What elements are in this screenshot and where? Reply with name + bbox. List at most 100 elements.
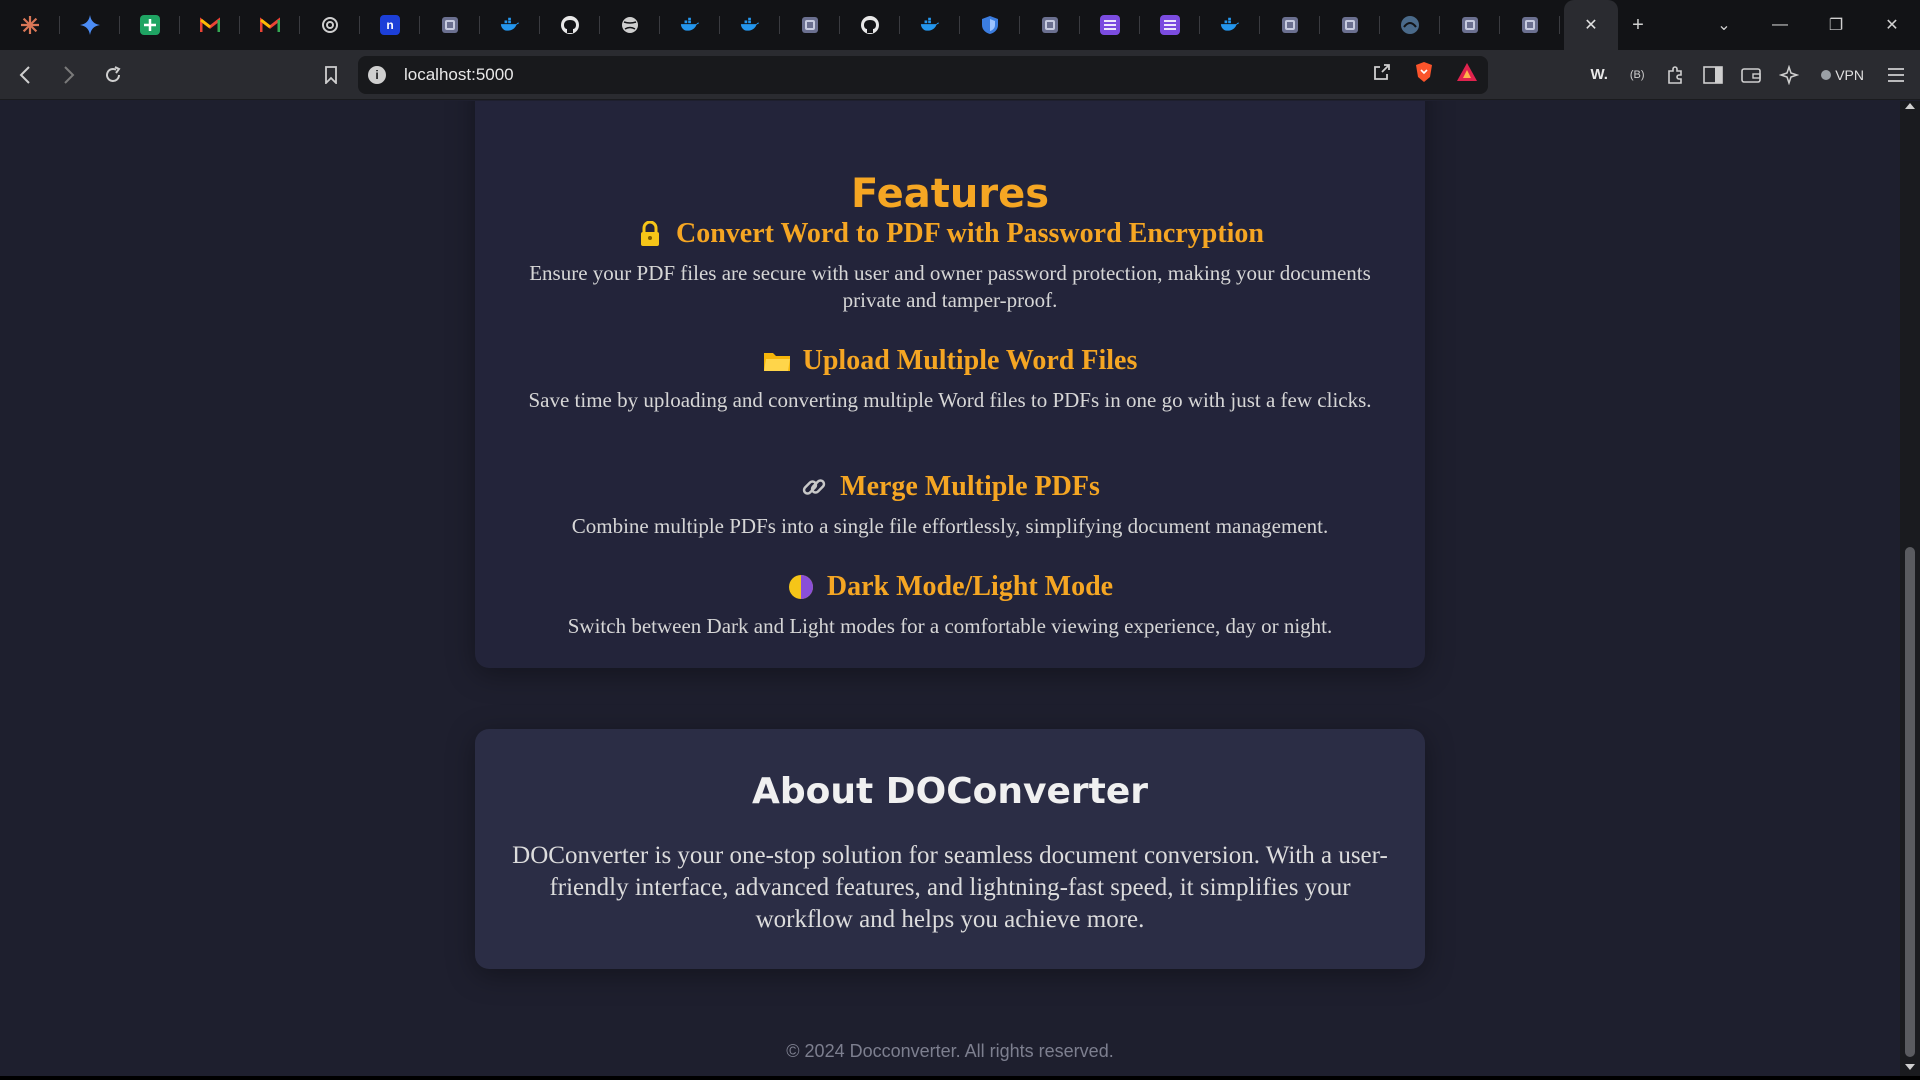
browser-tab[interactable] [540,0,600,50]
browser-tab[interactable] [1380,0,1440,50]
brave-shields-icon[interactable] [1414,61,1434,88]
minimize-button[interactable]: — [1752,0,1808,50]
browser-tab[interactable] [1320,0,1380,50]
list-icon [1160,15,1180,35]
lock-icon [636,220,664,248]
reload-button[interactable] [94,56,132,94]
feature-title: Merge Multiple PDFs [840,471,1100,502]
maximize-button[interactable]: ❐ [1808,0,1864,50]
brave-rewards-icon[interactable] [1456,62,1478,87]
gmail-icon [200,15,220,35]
browser-tab[interactable] [960,0,1020,50]
feature-merge-pdfs: Merge Multiple PDFs Combine multiple PDF… [475,471,1425,540]
browser-tab[interactable] [840,0,900,50]
leo-ai-icon[interactable] [1777,63,1801,87]
browser-tab[interactable] [1080,0,1140,50]
feature-description: Switch between Dark and Light modes for … [567,614,1333,638]
about-heading: About DOConverter [751,771,1149,812]
app-icon [1340,15,1360,35]
browser-tab[interactable] [600,0,660,50]
feature-title: Upload Multiple Word Files [802,345,1138,376]
browser-tab[interactable] [1020,0,1080,50]
sidebar-toggle-icon[interactable] [1701,63,1725,87]
browser-tab[interactable] [300,0,360,50]
github-icon [860,15,880,35]
bookmark-button[interactable] [312,56,350,94]
tab-actions: + [1618,0,1658,50]
feature-description: Ensure your PDF files are secure with us… [529,261,1371,312]
wallet-icon[interactable] [1739,63,1763,87]
feature-password-encryption: Convert Word to PDF with Password Encryp… [475,218,1425,314]
browser-tab[interactable] [120,0,180,50]
globe-icon [620,15,640,35]
feature-title: Dark Mode/Light Mode [826,571,1114,602]
tab-list: n [0,0,1560,50]
vpn-button[interactable]: VPN [1815,63,1870,87]
browser-tab[interactable] [420,0,480,50]
feature-dark-light-mode: Dark Mode/Light Mode Switch between Dark… [475,571,1425,640]
browser-tab[interactable]: n [360,0,420,50]
wordtune-extension-icon[interactable]: W. [1587,63,1611,87]
half-moon-icon [787,573,815,601]
footer-copyright: © 2024 Docconverter. All rights reserved… [786,1041,1114,1061]
browser-tab[interactable] [720,0,780,50]
edge-icon [1400,15,1420,35]
omnibox-icons [1372,61,1478,88]
address-bar[interactable]: i localhost:5000 [358,55,1488,94]
window-controls: ⌄ — ❐ ✕ [1696,0,1920,50]
window-bottom-edge [0,1076,1920,1080]
browser-tab[interactable] [180,0,240,50]
extensions-puzzle-icon[interactable] [1663,63,1687,87]
forward-button[interactable] [50,56,88,94]
rss-extension-icon[interactable]: (B) [1625,63,1649,87]
vpn-label: VPN [1835,66,1864,83]
browser-tab[interactable] [480,0,540,50]
link-icon [800,473,828,501]
browser-tab[interactable] [1440,0,1500,50]
browser-toolbar: i localhost:5000 W. (B) VPN [0,50,1920,100]
docker-icon [680,15,700,35]
browser-tab[interactable] [1260,0,1320,50]
gmail-icon [260,15,280,35]
browser-tab[interactable] [660,0,720,50]
folder-icon [763,347,791,375]
browser-tab[interactable] [240,0,300,50]
share-icon[interactable] [1372,62,1392,87]
docker-icon [500,15,520,35]
gemini-icon [80,15,100,35]
app-icon [800,15,820,35]
feature-description: Combine multiple PDFs into a single file… [571,514,1329,538]
app-icon [1460,15,1480,35]
scroll-thumb[interactable] [1905,547,1915,1057]
docker-icon [740,15,760,35]
docker-icon [920,15,940,35]
list-icon [1100,15,1120,35]
scroll-up-arrow-icon[interactable] [1905,103,1915,109]
new-tab-button[interactable]: + [1618,0,1658,50]
browser-tab[interactable] [1200,0,1260,50]
tab-search-icon[interactable]: ⌄ [1696,0,1752,50]
browser-tab[interactable] [1140,0,1200,50]
browser-tab[interactable] [1500,0,1560,50]
about-description: DOConverter is your one-stop solution fo… [512,842,1388,933]
browser-tab[interactable] [60,0,120,50]
feature-description: Save time by uploading and converting mu… [528,388,1372,412]
shield-icon [980,15,1000,35]
feature-upload-multiple: Upload Multiple Word Files Save time by … [475,345,1425,414]
browser-tab[interactable] [780,0,840,50]
close-tab-icon[interactable]: ✕ [1584,15,1597,35]
menu-icon[interactable] [1884,63,1908,87]
n-app-icon: n [380,15,400,35]
page-viewport: Features Convert Word to PDF with Passwo… [0,101,1900,1076]
close-window-button[interactable]: ✕ [1864,0,1920,50]
scroll-down-arrow-icon[interactable] [1905,1064,1915,1070]
app-icon [1040,15,1060,35]
back-button[interactable] [6,56,44,94]
page-scrollbar[interactable] [1900,101,1920,1076]
features-heading: Features [850,171,1050,217]
tab-active[interactable]: ✕ [1564,0,1618,50]
browser-tab[interactable] [0,0,60,50]
features-card: Features Convert Word to PDF with Passwo… [475,101,1425,668]
site-info-icon[interactable]: i [368,65,386,84]
browser-tab[interactable] [900,0,960,50]
